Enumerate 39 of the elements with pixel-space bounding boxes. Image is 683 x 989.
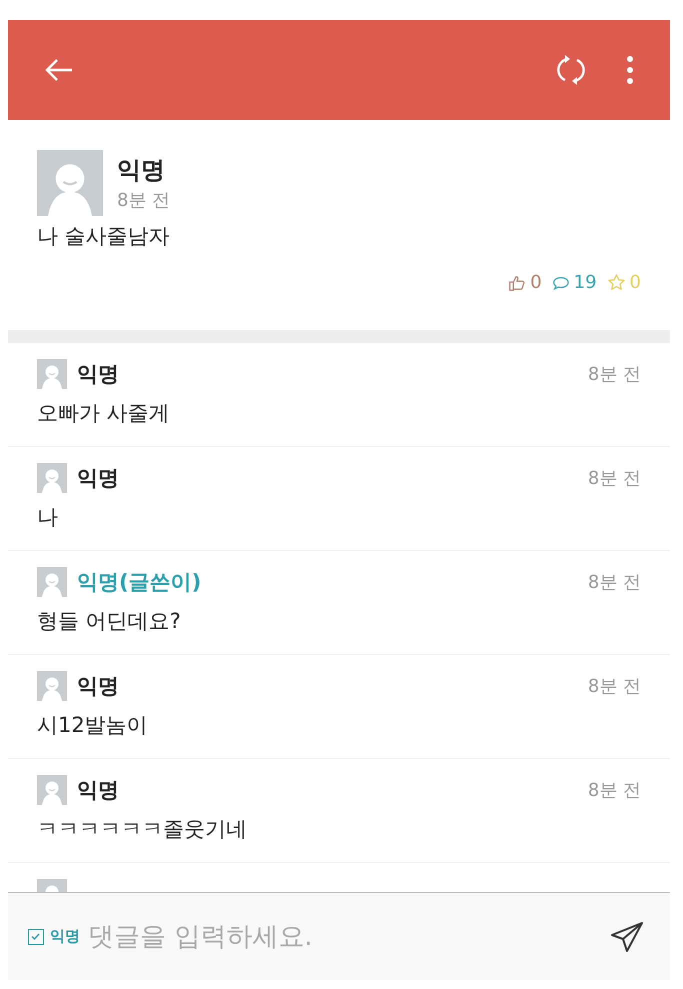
star-icon — [606, 273, 626, 292]
avatar-icon — [37, 463, 67, 493]
comment-text: 시12발놈이 — [37, 712, 149, 739]
commenter-name: 익명 — [77, 465, 119, 492]
comment-text: 형들 어딘데요? — [37, 608, 182, 635]
comment-time: 8분 전 — [588, 675, 641, 698]
comment-time: 8분 전 — [588, 779, 641, 802]
commenter-name: 익명(글쓴이) — [77, 569, 202, 596]
more-vertical-icon — [626, 55, 634, 85]
send-icon — [610, 920, 644, 952]
thumbs-up-icon — [508, 274, 526, 292]
avatar-icon — [37, 775, 67, 805]
comment-time: 8분 전 — [588, 363, 641, 386]
refresh-icon — [556, 54, 586, 86]
commenter-name: 익명 — [77, 777, 119, 804]
send-button[interactable] — [602, 893, 670, 980]
back-button[interactable] — [44, 57, 74, 83]
comment-text: 나 — [37, 504, 59, 531]
comment-text: ㅋㅋㅋㅋㅋㅋ졸웃기네 — [37, 816, 248, 843]
comment-count: 19 — [574, 272, 597, 293]
more-menu-button[interactable] — [626, 55, 634, 85]
refresh-button[interactable] — [556, 54, 586, 86]
avatar-icon — [37, 567, 67, 597]
post-time: 8분 전 — [117, 189, 170, 212]
comment-text: 오빠가 사줄게 — [37, 400, 171, 427]
comment-time: 8분 전 — [588, 467, 641, 490]
like-count: 0 — [530, 272, 542, 293]
commenter-name: 익명 — [77, 361, 119, 388]
post-body: 나 술사줄남자 — [37, 223, 171, 250]
avatar-icon — [37, 359, 67, 389]
comment-time: 8분 전 — [588, 571, 641, 594]
back-arrow-icon — [44, 57, 74, 83]
avatar-icon — [37, 671, 67, 701]
commenter-name: 익명 — [77, 673, 119, 700]
anonymous-checkbox[interactable]: 익명 — [8, 893, 88, 980]
star-count: 0 — [630, 272, 641, 293]
avatar-icon — [37, 150, 103, 216]
comment-input[interactable]: 댓글을 입력하세요. — [88, 893, 602, 980]
author-name: 익명 — [117, 155, 166, 186]
